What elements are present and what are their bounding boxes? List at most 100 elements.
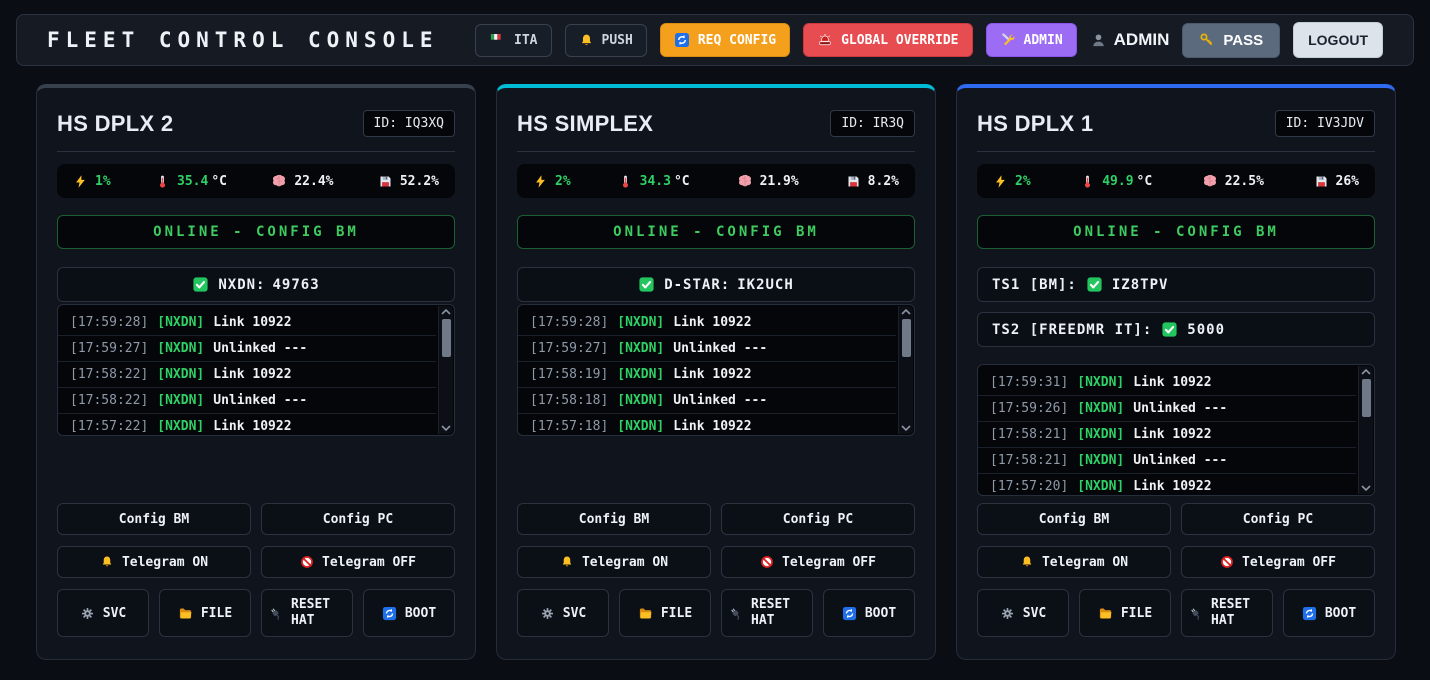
app-header: FLEET CONTROL CONSOLE ITA PUSH REQ CONFI… — [16, 14, 1414, 66]
network-label: TS2 [FREEDMR IT]: — [992, 322, 1152, 338]
floppy-icon — [378, 174, 393, 189]
device-id-badge: ID: IR3Q — [830, 110, 915, 137]
telegram-off-button[interactable]: Telegram OFF — [261, 546, 455, 578]
reset-hat-button[interactable]: RESET HAT — [261, 589, 353, 637]
config-bm-button[interactable]: Config BM — [57, 503, 251, 535]
boot-button[interactable]: BOOT — [363, 589, 455, 637]
cpu-stat: 22.5% — [1202, 173, 1264, 189]
logout-button[interactable]: LOGOUT — [1293, 22, 1383, 58]
telegram-on-button[interactable]: Telegram ON — [977, 546, 1171, 578]
scroll-down-icon[interactable] — [1361, 485, 1371, 491]
svc-button[interactable]: SVC — [57, 589, 149, 637]
svc-button[interactable]: SVC — [517, 589, 609, 637]
reset-hat-button[interactable]: RESET HAT — [721, 589, 813, 637]
telegram-off-button[interactable]: Telegram OFF — [1181, 546, 1375, 578]
cpu-stat: 21.9% — [737, 173, 799, 189]
telegram-off-button[interactable]: Telegram OFF — [721, 546, 915, 578]
log-panel: [17:59:31][NXDN]Link 10922 [17:59:26][NX… — [977, 364, 1375, 496]
user-icon — [1090, 32, 1107, 49]
temperature-value: 34.3 — [640, 174, 671, 189]
lightning-icon — [73, 174, 88, 189]
power-stat: 2% — [533, 174, 571, 189]
floppy-icon — [1314, 174, 1329, 189]
log-panel: [17:59:28][NXDN]Link 10922 [17:59:27][NX… — [57, 304, 455, 436]
config-bm-button[interactable]: Config BM — [977, 503, 1171, 535]
pass-button[interactable]: PASS — [1182, 23, 1280, 58]
file-button[interactable]: FILE — [1079, 589, 1171, 637]
scroll-up-icon[interactable] — [1361, 369, 1371, 375]
scrollbar-thumb[interactable] — [442, 319, 451, 357]
boot-button[interactable]: BOOT — [823, 589, 915, 637]
temperature-value: 49.9 — [1102, 174, 1133, 189]
scroll-up-icon[interactable] — [441, 309, 451, 315]
admin-tools-button[interactable]: ADMIN — [986, 23, 1077, 57]
network-row-nxdn: NXDN: 49763 — [57, 267, 455, 302]
config-pc-button[interactable]: Config PC — [721, 503, 915, 535]
plug-icon — [268, 606, 283, 621]
power-value: 1% — [95, 174, 111, 189]
req-config-button[interactable]: REQ CONFIG — [660, 23, 790, 57]
scroll-up-icon[interactable] — [901, 309, 911, 315]
config-pc-button[interactable]: Config PC — [1181, 503, 1375, 535]
divider — [517, 151, 915, 152]
language-button[interactable]: ITA — [475, 24, 551, 57]
scrollbar-thumb[interactable] — [902, 319, 911, 357]
telegram-on-button[interactable]: Telegram ON — [517, 546, 711, 578]
log-row: [17:58:18][NXDN]Unlinked --- — [518, 388, 896, 414]
temperature-value: 35.4 — [177, 174, 208, 189]
log-row: [17:59:26][NXDN]Unlinked --- — [978, 396, 1356, 422]
check-icon — [1161, 321, 1178, 338]
temperature-unit: °C — [1137, 174, 1153, 189]
push-label: PUSH — [602, 33, 633, 48]
log-row: [17:58:21][NXDN]Link 10922 — [978, 422, 1356, 448]
scrollbar-thumb[interactable] — [1362, 379, 1371, 417]
boot-button[interactable]: BOOT — [1283, 589, 1375, 637]
svc-button[interactable]: SVC — [977, 589, 1069, 637]
scroll-down-icon[interactable] — [901, 425, 911, 431]
global-override-button[interactable]: GLOBAL OVERRIDE — [803, 23, 972, 57]
log-row: [17:58:22][NXDN]Unlinked --- — [58, 388, 436, 414]
log-row: [17:59:27][NXDN]Unlinked --- — [58, 336, 436, 362]
log-row: [17:59:31][NXDN]Link 10922 — [978, 370, 1356, 396]
log-row: [17:57:18][NXDN]Link 10922 — [518, 414, 896, 436]
network-value: 49763 — [273, 277, 320, 293]
scroll-down-icon[interactable] — [441, 425, 451, 431]
file-button[interactable]: FILE — [159, 589, 251, 637]
check-icon — [638, 276, 655, 293]
folder-icon — [1098, 606, 1113, 621]
config-pc-button[interactable]: Config PC — [261, 503, 455, 535]
logout-label: LOGOUT — [1308, 32, 1368, 48]
log-panel: [17:59:28][NXDN]Link 10922 [17:59:27][NX… — [517, 304, 915, 436]
cpu-value: 21.9% — [760, 174, 799, 189]
brain-icon — [1202, 173, 1218, 189]
header-actions: ITA PUSH REQ CONFIG GLOBAL OVERRIDE ADMI… — [475, 22, 1383, 58]
gear-icon — [80, 606, 95, 621]
card-title: HS SIMPLEX — [517, 111, 653, 137]
network-label: NXDN: — [218, 277, 265, 293]
temperature-unit: °C — [211, 174, 227, 189]
telegram-on-button[interactable]: Telegram ON — [57, 546, 251, 578]
network-label: D-STAR: — [664, 277, 730, 293]
power-stat: 1% — [73, 174, 111, 189]
status-banner: ONLINE - CONFIG BM — [57, 215, 455, 249]
refresh-icon — [382, 606, 397, 621]
floppy-icon — [846, 174, 861, 189]
log-scrollbar[interactable] — [1358, 366, 1373, 494]
log-scrollbar[interactable] — [898, 306, 913, 434]
reset-hat-button[interactable]: RESET HAT — [1181, 589, 1273, 637]
cpu-value: 22.5% — [1225, 174, 1264, 189]
file-button[interactable]: FILE — [619, 589, 711, 637]
card-title: HS DPLX 2 — [57, 111, 173, 137]
config-bm-button[interactable]: Config BM — [517, 503, 711, 535]
log-scrollbar[interactable] — [438, 306, 453, 434]
plug-icon — [1188, 606, 1203, 621]
siren-icon — [817, 32, 833, 48]
key-icon — [1199, 32, 1215, 48]
temperature-unit: °C — [674, 174, 690, 189]
lightning-icon — [533, 174, 548, 189]
pass-label: PASS — [1223, 32, 1263, 49]
push-button[interactable]: PUSH — [565, 24, 647, 57]
device-card-hs-dplx-2: HS DPLX 2 ID: IQ3XQ 1% 35.4°C 22.4% 52.2… — [36, 84, 476, 660]
disk-stat: 26% — [1314, 174, 1359, 189]
gear-icon — [540, 606, 555, 621]
